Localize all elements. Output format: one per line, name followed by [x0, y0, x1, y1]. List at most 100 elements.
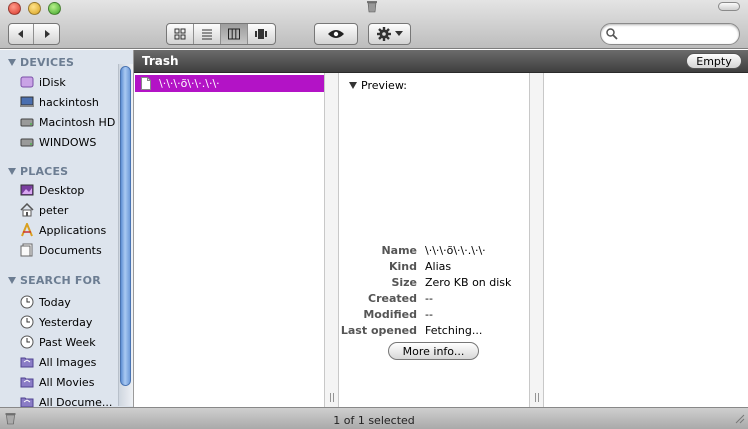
selection-status: 1 of 1 selected — [333, 414, 415, 427]
sidebar-item-peter[interactable]: peter — [19, 201, 119, 219]
preview-label: Preview: — [361, 79, 407, 92]
clock-icon — [19, 334, 35, 350]
coverflow-view-button[interactable] — [248, 24, 275, 44]
sidebar-heading-label: SEARCH FOR — [20, 274, 101, 287]
sidebar-item-label: iDisk — [39, 75, 66, 89]
info-key: Size — [391, 276, 417, 289]
harddisk-icon — [19, 114, 35, 130]
sidebar-item-label: Yesterday — [39, 315, 93, 329]
sidebar-heading-search-for[interactable]: SEARCH FOR — [8, 274, 101, 287]
column-view-button[interactable] — [221, 24, 248, 44]
info-value: -- — [425, 308, 433, 321]
sidebar-item-all-images[interactable]: All Images — [19, 353, 119, 371]
coverflow-view-icon — [255, 29, 268, 39]
computer-icon — [19, 94, 35, 110]
disclosure-triangle-icon — [8, 168, 16, 175]
sidebar: DEVICES iDisk hackintosh Macintosh HD WI… — [0, 50, 134, 407]
path-bar: Trash Empty — [134, 50, 748, 73]
harddisk-icon — [19, 134, 35, 150]
list-view-button[interactable] — [194, 24, 221, 44]
sidebar-item-hackintosh[interactable]: hackintosh — [19, 93, 119, 111]
sidebar-heading-devices[interactable]: DEVICES — [8, 56, 74, 69]
sidebar-item-label: Documents — [39, 243, 102, 257]
resize-grip-icon[interactable] — [734, 413, 745, 424]
desktop-icon — [19, 182, 35, 198]
sidebar-item-all-movies[interactable]: All Movies — [19, 373, 119, 391]
column-resize-handle[interactable]: || — [530, 73, 544, 407]
info-value: Fetching... — [425, 324, 483, 337]
file-row[interactable]: \·\·\·õ\·\·.\·\· — [135, 75, 324, 92]
sidebar-item-past-week[interactable]: Past Week — [19, 333, 119, 351]
smart-folder-icon — [19, 354, 35, 370]
documents-icon — [19, 242, 35, 258]
forward-button[interactable] — [34, 24, 59, 44]
triangle-left-icon — [18, 30, 23, 38]
back-button[interactable] — [9, 24, 35, 44]
action-menu-button[interactable] — [368, 23, 411, 45]
sidebar-item-macintosh-hd[interactable]: Macintosh HD — [19, 113, 119, 131]
status-bar: 1 of 1 selected — [0, 407, 748, 429]
file-column: \·\·\·õ\·\·.\·\· — [134, 73, 325, 407]
sidebar-item-windows[interactable]: WINDOWS — [19, 133, 119, 151]
resize-grip-icon: || — [329, 393, 336, 403]
icon-view-button[interactable] — [167, 24, 194, 44]
list-view-icon — [202, 29, 212, 40]
sidebar-item-label: Today — [39, 295, 71, 309]
chevron-down-icon — [395, 31, 403, 36]
search-field[interactable] — [600, 23, 740, 45]
sidebar-item-documents[interactable]: Documents — [19, 241, 119, 259]
folder-title: Trash — [142, 54, 179, 68]
empty-trash-button[interactable]: Empty — [686, 53, 742, 69]
sidebar-item-applications[interactable]: Applications — [19, 221, 119, 239]
more-info-button[interactable]: More info... — [388, 342, 479, 360]
sidebar-item-label: All Docume... — [39, 395, 113, 408]
empty-column — [544, 73, 748, 407]
sidebar-heading-label: DEVICES — [20, 56, 75, 69]
triangle-right-icon — [44, 30, 50, 38]
applications-icon — [19, 222, 35, 238]
preview-column: Preview: Name \·\·\·õ\·\·.\·\· Kind Alia… — [339, 73, 530, 407]
icon-view-icon — [174, 28, 186, 40]
alias-file-icon — [141, 77, 151, 90]
column-view-icon — [228, 28, 240, 40]
close-window-button[interactable] — [8, 2, 21, 15]
resize-grip-icon: || — [534, 393, 541, 403]
smart-folder-icon — [19, 394, 35, 407]
disclosure-triangle-icon — [8, 59, 16, 66]
info-value: -- — [425, 292, 433, 305]
search-input[interactable] — [621, 27, 733, 41]
clock-icon — [19, 314, 35, 330]
magnifier-icon — [606, 28, 618, 40]
sidebar-scroll-thumb[interactable] — [120, 66, 131, 386]
clock-icon — [19, 294, 35, 310]
sidebar-item-all-documents[interactable]: All Docume... — [19, 393, 119, 407]
back-forward-control — [8, 23, 60, 45]
sidebar-item-label: Applications — [39, 223, 107, 237]
view-mode-control — [166, 23, 276, 45]
sidebar-item-label: Desktop — [39, 183, 85, 197]
sidebar-heading-places[interactable]: PLACES — [8, 165, 68, 178]
toolbar-toggle-button[interactable] — [718, 2, 740, 11]
trash-icon — [367, 1, 377, 13]
file-name: \·\·\·õ\·\·.\·\· — [159, 77, 220, 90]
info-value: Alias — [425, 260, 452, 273]
sidebar-item-idisk[interactable]: iDisk — [19, 73, 119, 91]
sidebar-item-yesterday[interactable]: Yesterday — [19, 313, 119, 331]
info-value: \·\·\·õ\·\·.\·\· — [425, 244, 486, 257]
info-key: Modified — [363, 308, 417, 321]
zoom-window-button[interactable] — [48, 2, 61, 15]
preview-disclosure[interactable]: Preview: — [349, 79, 407, 92]
toolbar — [0, 0, 748, 49]
info-key: Name — [381, 244, 417, 257]
minimize-window-button[interactable] — [28, 2, 41, 15]
column-resize-handle[interactable]: || — [325, 73, 339, 407]
sidebar-item-today[interactable]: Today — [19, 293, 119, 311]
sidebar-item-desktop[interactable]: Desktop — [19, 181, 119, 199]
idisk-icon — [19, 74, 35, 90]
info-key: Created — [368, 292, 417, 305]
quicklook-button[interactable] — [314, 23, 358, 45]
info-value: Zero KB on disk — [425, 276, 512, 289]
sidebar-item-label: All Movies — [39, 375, 95, 389]
sidebar-item-label: Macintosh HD — [39, 115, 116, 129]
disclosure-triangle-icon — [8, 277, 16, 284]
